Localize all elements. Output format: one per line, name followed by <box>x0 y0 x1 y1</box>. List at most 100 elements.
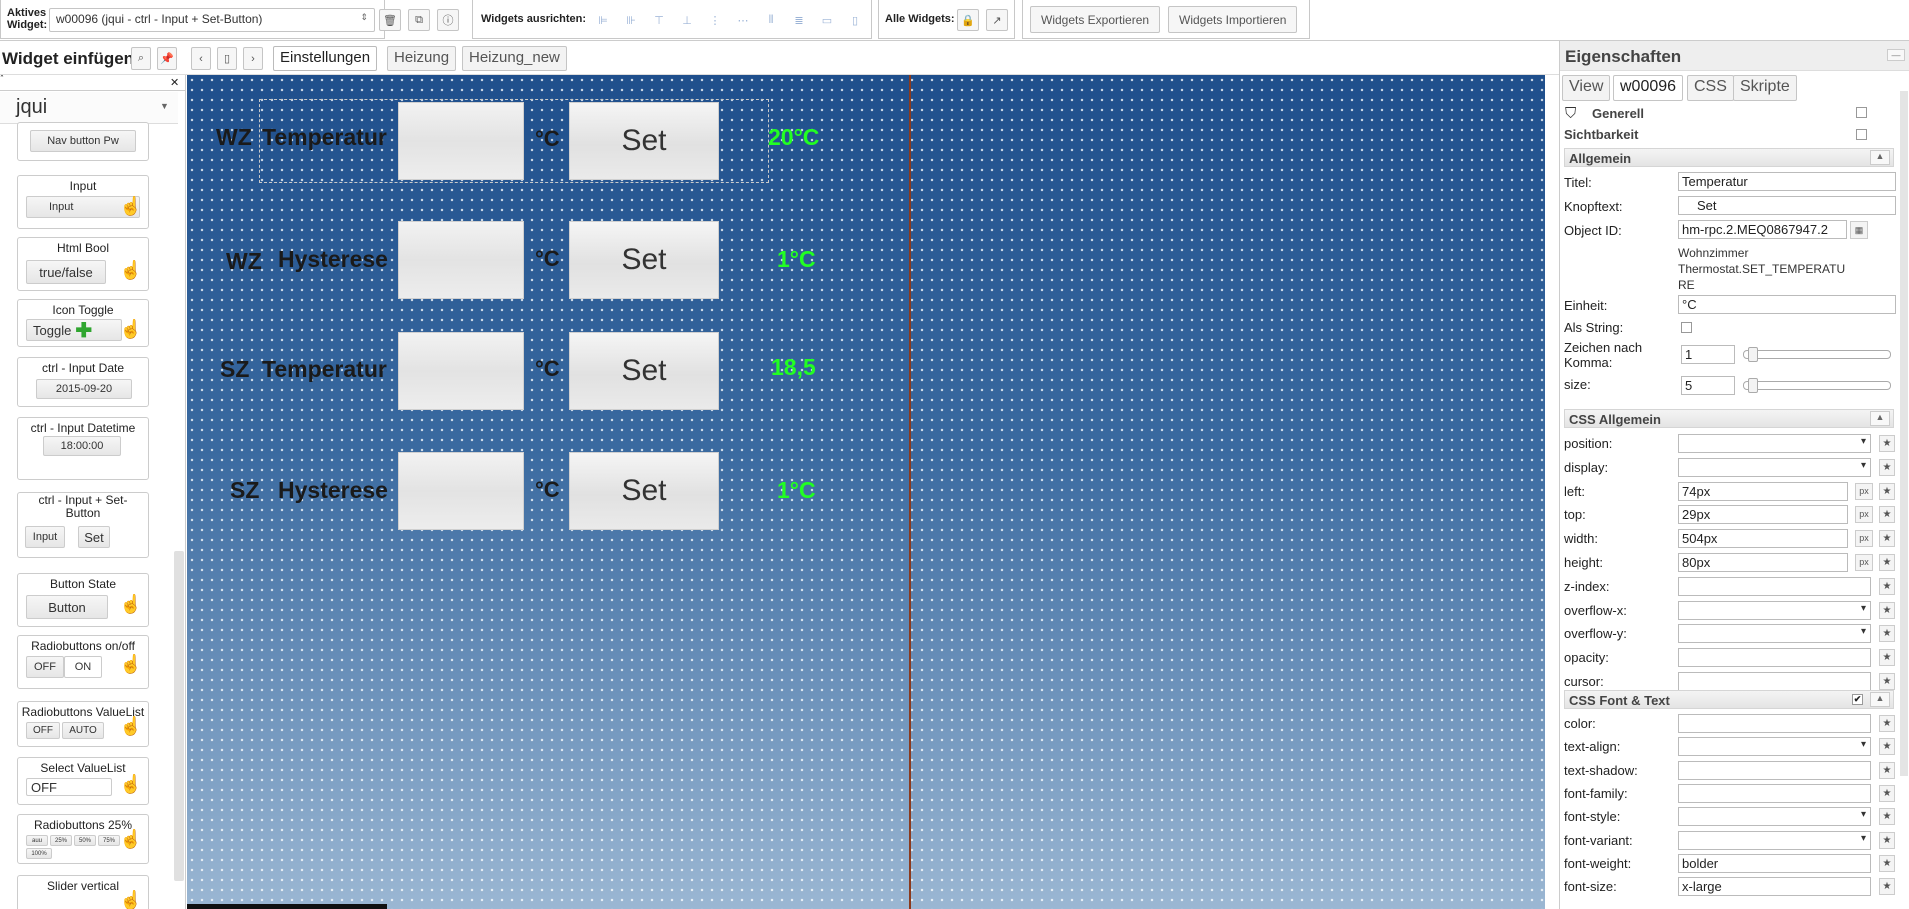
star-icon[interactable]: ★ <box>1879 530 1895 548</box>
chevron-up-icon[interactable]: ▲ <box>1870 150 1890 165</box>
align-right-icon[interactable]: ⊪ <box>620 9 642 31</box>
chevron-up-icon[interactable]: ▲ <box>1870 411 1890 426</box>
widget-set-select[interactable]: jqui ▼ <box>0 92 178 124</box>
size-field[interactable]: 5 <box>1681 376 1735 395</box>
palette-widget-html-bool[interactable]: Html Bool true/false ☝ <box>17 237 149 291</box>
font-family-field[interactable] <box>1678 783 1871 803</box>
import-widgets-button[interactable]: Widgets Importieren <box>1168 6 1298 33</box>
export-widgets-button[interactable]: Widgets Exportieren <box>1030 6 1161 33</box>
view-canvas[interactable] <box>187 75 1545 909</box>
palette-widget-select-valuelist[interactable]: Select ValueList OFF ☝ <box>17 757 149 805</box>
height-unit-button[interactable]: px <box>1855 554 1873 571</box>
temperature-input-1[interactable] <box>398 102 524 180</box>
set-button-3[interactable]: Set <box>569 332 719 410</box>
align-bottom-icon[interactable]: ⊥ <box>676 9 698 31</box>
star-icon[interactable]: ★ <box>1879 435 1895 452</box>
palette-widget-radio-onoff[interactable]: Radiobuttons on/off OFF ON ☝ <box>17 635 149 689</box>
tab-widget[interactable]: w00096 <box>1613 75 1684 101</box>
palette-widget-nav-button[interactable]: Nav button Pw <box>17 122 149 161</box>
palette-widget-input-date[interactable]: ctrl - Input Date 2015-09-20 <box>17 357 149 407</box>
section-css-allgemein[interactable]: CSS Allgemein ▲ <box>1564 409 1894 428</box>
temperature-input-4[interactable] <box>398 452 524 530</box>
object-id-field[interactable]: hm-rpc.2.MEQ0867947.2 <box>1678 220 1847 239</box>
display-select[interactable] <box>1678 457 1871 477</box>
overflow-y-select[interactable] <box>1678 624 1871 644</box>
next-view-button[interactable]: › <box>243 47 263 70</box>
distribute-h-icon[interactable]: ⫴ <box>760 9 782 31</box>
align-vcenter-icon[interactable]: ⋯ <box>732 9 754 31</box>
palette-widget-button-state[interactable]: Button State Button ☝ <box>17 573 149 627</box>
star-icon[interactable]: ★ <box>1879 808 1895 826</box>
open-external-button[interactable]: ↗ <box>986 9 1008 31</box>
section-allgemein[interactable]: Allgemein ▲ <box>1564 148 1894 167</box>
font-weight-field[interactable]: bolder <box>1678 853 1871 873</box>
search-widget-button[interactable]: ⌕ <box>131 47 151 70</box>
palette-filter-input[interactable]: * ✕ <box>0 75 185 91</box>
top-unit-button[interactable]: px <box>1855 506 1873 524</box>
palette-widget-radio-25[interactable]: Radiobuttons 25% auu 25% 50% 75% 100% ☝ <box>17 814 149 864</box>
same-width-icon[interactable]: ▭ <box>816 9 838 31</box>
active-widget-select[interactable]: w00096 (jqui - ctrl - Input + Set-Button… <box>49 8 375 32</box>
star-icon[interactable]: ★ <box>1879 506 1895 524</box>
font-style-select[interactable] <box>1678 807 1871 827</box>
palette-widget-input[interactable]: Input Input ☝ <box>17 175 149 229</box>
text-align-select[interactable] <box>1678 737 1871 757</box>
lock-widgets-button[interactable]: 🔒 <box>957 9 979 31</box>
prev-view-button[interactable]: ‹ <box>191 47 211 70</box>
z-index-field[interactable] <box>1678 576 1871 596</box>
star-icon[interactable]: ★ <box>1879 625 1895 643</box>
temperature-input-2[interactable] <box>398 221 524 299</box>
left-unit-button[interactable]: px <box>1855 482 1873 500</box>
left-field[interactable]: 74px <box>1678 481 1848 501</box>
distribute-v-icon[interactable]: ≣ <box>788 9 810 31</box>
align-hcenter-icon[interactable]: ⋮ <box>704 9 726 31</box>
object-id-browse-icon[interactable]: ▦ <box>1850 221 1868 239</box>
palette-widget-slider-vertical[interactable]: Slider vertical ☝ <box>17 875 149 909</box>
font-section-checkbox[interactable]: ✔ <box>1852 694 1863 705</box>
unit-field[interactable]: °C <box>1678 295 1896 314</box>
generell-checkbox[interactable] <box>1856 107 1867 118</box>
star-icon[interactable]: ★ <box>1879 715 1895 732</box>
star-icon[interactable]: ★ <box>1879 854 1895 872</box>
palette-widget-input-set-button[interactable]: ctrl - Input + Set-Button Input Set <box>17 492 149 558</box>
align-top-icon[interactable]: ⊤ <box>648 9 670 31</box>
star-icon[interactable]: ★ <box>1879 761 1895 779</box>
width-unit-button[interactable]: px <box>1855 530 1873 548</box>
digits-slider[interactable] <box>1743 347 1891 362</box>
visibility-checkbox[interactable] <box>1856 129 1867 140</box>
star-icon[interactable]: ★ <box>1879 649 1895 667</box>
text-shadow-field[interactable] <box>1678 760 1871 780</box>
widget-info-button[interactable]: ⓘ <box>437 9 459 31</box>
palette-widget-input-datetime[interactable]: ctrl - Input Datetime 18:00:00 <box>17 417 149 480</box>
close-icon[interactable]: ✕ <box>170 76 179 89</box>
temperature-input-3[interactable] <box>398 332 524 410</box>
properties-scrollbar[interactable] <box>1900 91 1908 776</box>
filter-icon[interactable]: ⛉ <box>1565 105 1576 122</box>
title-field[interactable]: Temperatur <box>1678 172 1896 191</box>
palette-scrollbar[interactable] <box>174 551 184 881</box>
overflow-x-select[interactable] <box>1678 600 1871 620</box>
font-size-field[interactable]: x-large <box>1678 877 1871 897</box>
height-field[interactable]: 80px <box>1678 553 1848 572</box>
as-string-checkbox[interactable] <box>1681 322 1692 333</box>
same-height-icon[interactable]: ▯ <box>844 9 866 31</box>
tab-heizung-new[interactable]: Heizung_new <box>462 46 567 71</box>
palette-widget-icon-toggle[interactable]: Icon Toggle Toggle ✚ ☝ <box>17 299 149 347</box>
star-icon[interactable]: ★ <box>1879 601 1895 619</box>
color-field[interactable] <box>1678 714 1871 733</box>
set-button-1[interactable]: Set <box>569 102 719 180</box>
collapse-icon[interactable]: — <box>1887 49 1905 61</box>
tab-scripts[interactable]: Skripte <box>1733 75 1797 101</box>
palette-widget-radio-valuelist[interactable]: Radiobuttons ValueList OFF AUTO ☝ <box>17 701 149 747</box>
size-slider[interactable] <box>1743 378 1891 393</box>
slider-knob[interactable] <box>1748 347 1758 362</box>
chevron-up-icon[interactable]: ▲ <box>1870 692 1890 707</box>
position-select[interactable] <box>1678 434 1871 453</box>
star-icon[interactable]: ★ <box>1879 482 1895 500</box>
star-icon[interactable]: ★ <box>1879 831 1895 849</box>
pin-button[interactable]: 📌 <box>157 47 177 70</box>
top-field[interactable]: 29px <box>1678 505 1848 525</box>
cursor-field[interactable] <box>1678 672 1871 691</box>
tab-css[interactable]: CSS <box>1687 75 1734 101</box>
width-field[interactable]: 504px <box>1678 529 1848 549</box>
